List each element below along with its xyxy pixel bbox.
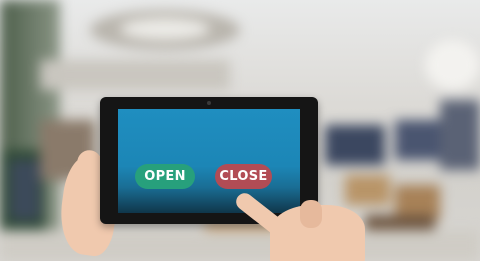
tablet-camera (207, 101, 211, 105)
right-lamp-blur (425, 40, 480, 90)
open-button[interactable]: OPEN (135, 164, 195, 189)
knuckle (300, 200, 322, 228)
tablet-screen: OPEN CLOSE (118, 109, 300, 213)
shopper-blur-left (10, 160, 40, 220)
shelf-band (40, 60, 230, 90)
store-scene: OPEN CLOSE (0, 0, 480, 261)
ceiling-lamp-center (120, 18, 210, 40)
close-button[interactable]: CLOSE (215, 164, 272, 189)
clothing-rack-blur (325, 125, 385, 165)
clothing-rack-blur-3 (440, 100, 480, 170)
display-table-blur (345, 175, 390, 205)
tablet-device: OPEN CLOSE (100, 97, 318, 224)
